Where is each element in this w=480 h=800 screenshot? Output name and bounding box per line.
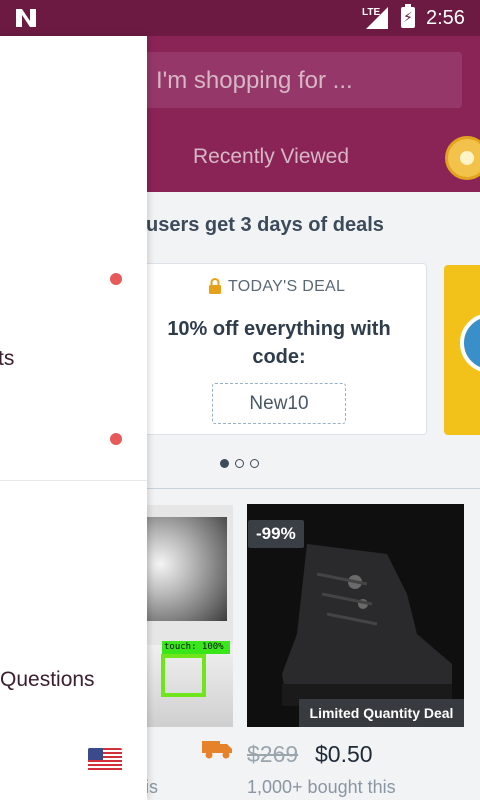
drawer-divider [0, 480, 147, 481]
signal-icon [366, 7, 388, 29]
clock: 2:56 [426, 7, 465, 29]
notification-dot [110, 273, 122, 285]
charging-bolt-icon: ⚡ [403, 9, 413, 25]
drawer-item[interactable]: Questions [0, 668, 95, 692]
navigation-drawer: ts Questions [0, 36, 147, 800]
drawer-item[interactable]: ts [0, 347, 14, 371]
n-logo-icon [16, 9, 36, 27]
us-flag-icon[interactable] [88, 748, 122, 772]
status-bar: LTE ⚡ 2:56 [0, 0, 480, 36]
notification-dot [110, 433, 122, 445]
